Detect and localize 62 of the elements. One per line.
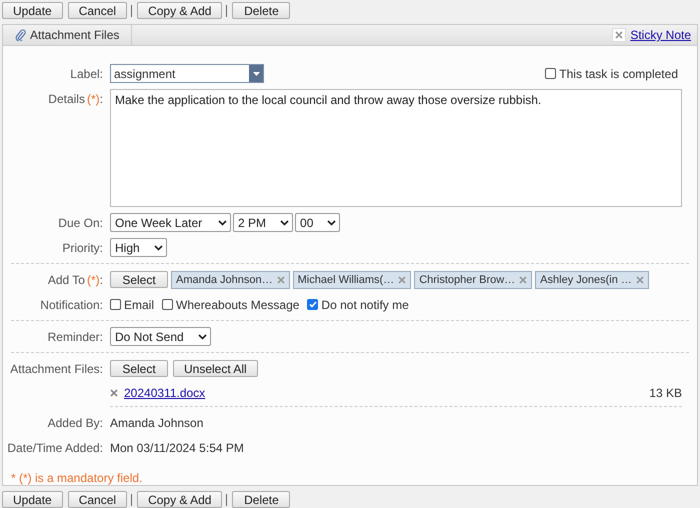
field-value: Mon 03/11/2024 5:54 PM [110, 440, 245, 455]
label-dropdown[interactable]: assignment [110, 64, 264, 83]
toolbar-button[interactable]: Delete [232, 491, 290, 508]
close-icon[interactable] [110, 389, 118, 397]
close-icon[interactable] [519, 276, 528, 284]
checkbox[interactable] [545, 68, 556, 79]
recipient-tag: Christopher Brow… [414, 270, 532, 288]
paperclip-icon [15, 29, 26, 41]
toolbar-button[interactable]: Update [2, 491, 63, 508]
file-link[interactable]: 20240311.docx [124, 386, 206, 400]
field-label: Due On: [58, 216, 103, 230]
file-size: 13 KB [649, 386, 682, 400]
attachment-button[interactable]: Unselect All [173, 360, 258, 377]
field-label: Add To [48, 273, 85, 287]
close-icon[interactable] [398, 276, 406, 284]
checkbox[interactable] [307, 299, 318, 310]
field-value: Amanda Johnson [110, 415, 204, 430]
recipient-tag: Michael Williams(… [292, 270, 412, 288]
attachment-button[interactable]: Select [110, 360, 168, 377]
chevron-icon [280, 220, 290, 226]
attachment-tab[interactable]: Attachment Files [3, 25, 132, 45]
checkbox[interactable] [162, 299, 174, 310]
required-mark: (*) [86, 273, 100, 287]
select-field[interactable]: Do Not Send [110, 327, 211, 346]
field-label: Priority: [62, 241, 103, 255]
sticky-note-link[interactable]: Sticky Note [630, 28, 691, 42]
toolbar-button[interactable]: Cancel [68, 2, 128, 19]
select-button[interactable]: Select [110, 271, 168, 288]
toolbar-button[interactable]: Delete [232, 2, 290, 19]
field-label: Attachment Files: [10, 362, 103, 376]
select-field[interactable]: One Week Later [110, 213, 231, 232]
chevron-icon [218, 220, 227, 226]
toolbar-button[interactable]: Copy & Add [137, 491, 222, 508]
field-label: Notification: [40, 298, 103, 312]
mandatory-note: * (*) is a mandatory field. [11, 470, 144, 485]
field-label: Added By: [48, 416, 103, 430]
checkbox-label: This task is completed [559, 66, 678, 80]
recipient-tag: Ashley Jones(in … [535, 270, 649, 288]
checkbox-label: Do not notify me [321, 298, 409, 312]
select-field[interactable]: 2 PM [233, 213, 294, 232]
toolbar-button[interactable]: Update [2, 2, 63, 19]
field-label: Label: [70, 67, 103, 81]
toolbar-button[interactable]: Copy & Add [137, 2, 222, 19]
field-label: Reminder: [48, 330, 103, 344]
chevron-icon [154, 244, 163, 250]
label-colon: : [100, 92, 103, 106]
select-field[interactable]: High [110, 238, 167, 257]
recipient-tag: Amanda Johnson… [171, 270, 290, 288]
checkbox-label: Whereabouts Message [176, 298, 300, 312]
details-textarea[interactable]: Make the application to the local council and throw away those oversize rubbish. [110, 89, 682, 207]
chevron-icon [327, 220, 336, 226]
field-label: Details [48, 92, 85, 106]
chevron-icon [198, 334, 207, 340]
toolbar-button[interactable]: Cancel [68, 491, 128, 508]
checkbox[interactable] [110, 299, 121, 310]
select-field[interactable]: 00 [295, 213, 340, 232]
label-colon: : [100, 273, 103, 287]
checkbox-label: Email [124, 298, 154, 312]
close-icon[interactable] [276, 276, 285, 284]
required-mark: (*) [86, 92, 100, 106]
close-icon[interactable] [636, 276, 644, 284]
field-label: Date/Time Added: [7, 441, 103, 455]
